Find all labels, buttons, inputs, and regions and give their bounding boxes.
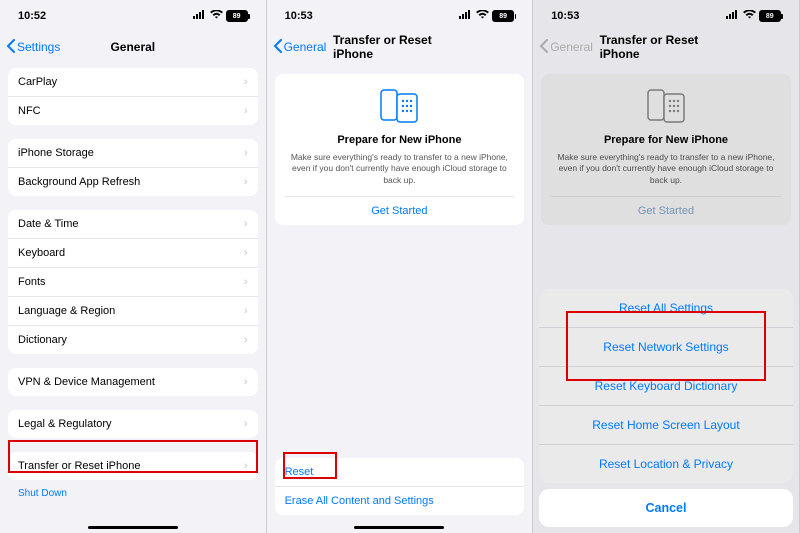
chevron-right-icon: › [244, 147, 248, 159]
card-title: Prepare for New iPhone [285, 134, 515, 146]
row-keyboard[interactable]: Keyboard › [8, 238, 258, 267]
page-title: Transfer or Reset iPhone [333, 33, 466, 61]
chevron-right-icon: › [244, 305, 248, 317]
nav-bar: Settings General [0, 32, 266, 62]
row-background-app-refresh[interactable]: Background App Refresh › [8, 167, 258, 196]
home-indicator[interactable] [88, 526, 178, 530]
home-indicator[interactable] [354, 526, 444, 530]
battery-icon: 89 [226, 10, 248, 22]
card-body: Make sure everything's ready to transfer… [285, 152, 515, 186]
row-shut-down[interactable]: Shut Down [8, 480, 258, 507]
row-iphone-storage[interactable]: iPhone Storage › [8, 139, 258, 167]
chevron-right-icon: › [244, 218, 248, 230]
page-title: General [110, 40, 155, 54]
chevron-right-icon: › [244, 247, 248, 259]
back-label: General [284, 40, 327, 54]
chevron-right-icon: › [244, 334, 248, 346]
row-date-time[interactable]: Date & Time › [8, 210, 258, 238]
status-time: 10:52 [18, 10, 46, 22]
row-label: Legal & Regulatory [18, 418, 112, 430]
row-legal-regulatory[interactable]: Legal & Regulatory › [8, 410, 258, 438]
row-label: Fonts [18, 276, 46, 288]
back-button[interactable]: Settings [0, 39, 60, 56]
row-dictionary[interactable]: Dictionary › [8, 325, 258, 354]
row-label: iPhone Storage [18, 147, 94, 159]
chevron-right-icon: › [244, 176, 248, 188]
back-label: Settings [17, 40, 60, 54]
screen-general-settings: 10:52 89 Settings General CarPlay › NFC › … [0, 0, 267, 533]
signal-icon [193, 10, 207, 22]
row-nfc[interactable]: NFC › [8, 96, 258, 125]
wifi-icon [476, 10, 489, 22]
row-label: Date & Time [18, 218, 79, 230]
row-label: Transfer or Reset iPhone [18, 460, 140, 472]
status-bar: 10:52 89 [0, 0, 266, 32]
nav-bar: General Transfer or Reset iPhone [267, 32, 533, 62]
row-label: NFC [18, 105, 41, 117]
chevron-right-icon: › [244, 76, 248, 88]
row-erase-all[interactable]: Erase All Content and Settings [275, 486, 525, 515]
row-label: Background App Refresh [18, 176, 140, 188]
row-vpn-device-management[interactable]: VPN & Device Management › [8, 368, 258, 396]
chevron-right-icon: › [244, 460, 248, 472]
row-reset[interactable]: Reset [275, 458, 525, 486]
row-label: Reset [285, 466, 314, 478]
opt-reset-location-privacy[interactable]: Reset Location & Privacy [539, 444, 793, 483]
chevron-left-icon [6, 39, 15, 56]
row-label: Language & Region [18, 305, 115, 317]
opt-reset-network-settings[interactable]: Reset Network Settings [539, 327, 793, 366]
get-started-button[interactable]: Get Started [285, 196, 515, 225]
chevron-right-icon: › [244, 276, 248, 288]
reset-action-sheet: Reset All Settings Reset Network Setting… [539, 289, 793, 527]
row-label: Dictionary [18, 334, 67, 346]
chevron-right-icon: › [244, 418, 248, 430]
row-transfer-reset-iphone[interactable]: Transfer or Reset iPhone › [8, 452, 258, 480]
opt-reset-keyboard-dictionary[interactable]: Reset Keyboard Dictionary [539, 366, 793, 405]
battery-icon: 89 [492, 10, 514, 22]
transfer-devices-icon [285, 88, 515, 124]
screen-reset-sheet: 10:53 89 General Transfer or Reset iPhon… [533, 0, 800, 533]
chevron-right-icon: › [244, 105, 248, 117]
back-button[interactable]: General [267, 39, 327, 56]
row-label: CarPlay [18, 76, 57, 88]
wifi-icon [210, 10, 223, 22]
row-label: Keyboard [18, 247, 65, 259]
row-carplay[interactable]: CarPlay › [8, 68, 258, 96]
chevron-left-icon [273, 39, 282, 56]
signal-icon [459, 10, 473, 22]
row-label: VPN & Device Management [18, 376, 155, 388]
row-fonts[interactable]: Fonts › [8, 267, 258, 296]
screen-transfer-reset: 10:53 89 General Transfer or Reset iPhon… [267, 0, 534, 533]
status-bar: 10:53 89 [267, 0, 533, 32]
cancel-button[interactable]: Cancel [539, 489, 793, 527]
opt-reset-home-screen-layout[interactable]: Reset Home Screen Layout [539, 405, 793, 444]
row-label: Erase All Content and Settings [285, 495, 434, 507]
status-time: 10:53 [285, 10, 313, 22]
opt-reset-all-settings[interactable]: Reset All Settings [539, 289, 793, 327]
chevron-right-icon: › [244, 376, 248, 388]
settings-list[interactable]: CarPlay › NFC › iPhone Storage › Background… [0, 62, 266, 533]
prepare-card: Prepare for New iPhone Make sure everyth… [275, 74, 525, 225]
row-language-region[interactable]: Language & Region › [8, 296, 258, 325]
